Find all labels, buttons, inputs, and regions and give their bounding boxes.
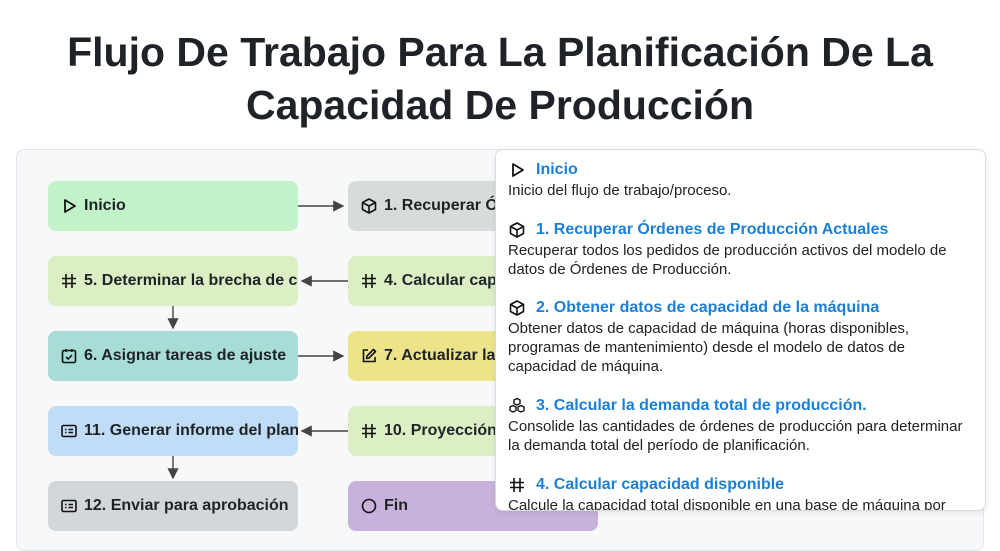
detail-step-description: Calcule la capacidad total disponible en… (508, 497, 946, 511)
cube-icon (508, 299, 526, 317)
detail-step-title[interactable]: 4. Calcular capacidad disponible (536, 476, 784, 494)
node-label: 6. Asignar tareas de ajuste (84, 347, 287, 364)
detail-step-title[interactable]: Inicio (536, 161, 578, 179)
node-12[interactable]: 12. Enviar para aprobación (48, 481, 298, 531)
node-label: 5. Determinar la brecha de capacidad (84, 272, 298, 289)
details-panel: Inicio Inicio del flujo de trabajo/proce… (495, 149, 986, 511)
node-5[interactable]: 5. Determinar la brecha de capacidad (48, 256, 298, 306)
play-icon (508, 161, 526, 179)
detail-step: 4. Calcular capacidad disponible Calcule… (508, 475, 968, 511)
node-label: 11. Generar informe del plan (84, 422, 298, 439)
detail-step: 3. Calcular la demanda total de producci… (508, 396, 968, 455)
list-card-icon (60, 422, 78, 440)
detail-step-description: Consolide las cantidades de órdenes de p… (508, 418, 963, 454)
play-icon (60, 197, 78, 215)
detail-step: 2. Obtener datos de capacidad de la máqu… (508, 298, 968, 376)
detail-step-title[interactable]: 3. Calcular la demanda total de producci… (536, 397, 867, 415)
node-6[interactable]: 6. Asignar tareas de ajuste (48, 331, 298, 381)
edit-icon (360, 347, 378, 365)
node-inicio[interactable]: Inicio (48, 181, 298, 231)
hash-icon (508, 476, 526, 494)
detail-step-description: Inicio del flujo de trabajo/proceso. (508, 182, 732, 199)
cubes-icon (508, 397, 526, 415)
detail-step: 1. Recuperar Órdenes de Producción Actua… (508, 220, 968, 279)
calendar-check-icon (60, 347, 78, 365)
detail-step-title[interactable]: 1. Recuperar Órdenes de Producción Actua… (536, 221, 888, 239)
detail-step-title[interactable]: 2. Obtener datos de capacidad de la máqu… (536, 299, 879, 317)
page-title: Flujo De Trabajo Para La Planificación D… (67, 29, 933, 128)
detail-step-description: Recuperar todos los pedidos de producció… (508, 242, 947, 278)
detail-step: Inicio Inicio del flujo de trabajo/proce… (508, 160, 968, 200)
cube-icon (508, 221, 526, 239)
cube-icon (360, 197, 378, 215)
hash-icon (360, 272, 378, 290)
hash-icon (60, 272, 78, 290)
detail-step-description: Obtener datos de capacidad de máquina (h… (508, 320, 910, 375)
hash-icon (360, 422, 378, 440)
node-label: Inicio (84, 197, 126, 214)
node-11[interactable]: 11. Generar informe del plan (48, 406, 298, 456)
